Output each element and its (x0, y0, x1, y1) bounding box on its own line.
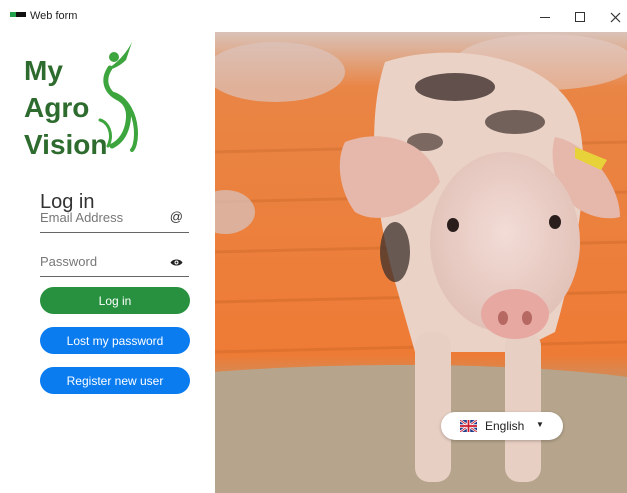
maximize-icon (575, 12, 585, 22)
login-button[interactable]: Log in (40, 287, 190, 314)
close-icon (610, 12, 620, 22)
pig-photo-illustration (215, 32, 627, 493)
at-sign-icon: @ (169, 209, 183, 224)
caret-down-icon: ▼ (536, 420, 544, 429)
maximize-button[interactable] (568, 6, 592, 28)
close-button[interactable] (603, 6, 627, 28)
hero-photo-pig (215, 32, 627, 493)
title-bar: Web form (0, 0, 627, 32)
logo: My Agro Vision (24, 42, 144, 162)
uk-flag-icon (460, 420, 477, 432)
language-label: English (485, 419, 525, 433)
minimize-icon (540, 16, 550, 18)
password-input[interactable] (40, 251, 160, 271)
lost-password-button[interactable]: Lost my password (40, 327, 190, 354)
email-input[interactable] (40, 207, 160, 227)
app-icon (10, 12, 26, 17)
minimize-button[interactable] (533, 6, 557, 28)
register-button[interactable]: Register new user (40, 367, 190, 394)
password-field (40, 247, 189, 277)
eye-icon[interactable] (170, 255, 183, 270)
window-title: Web form (30, 10, 78, 22)
language-selector[interactable]: English ▼ (441, 412, 563, 440)
logo-figure-icon (98, 42, 139, 152)
email-field: @ (40, 203, 189, 233)
